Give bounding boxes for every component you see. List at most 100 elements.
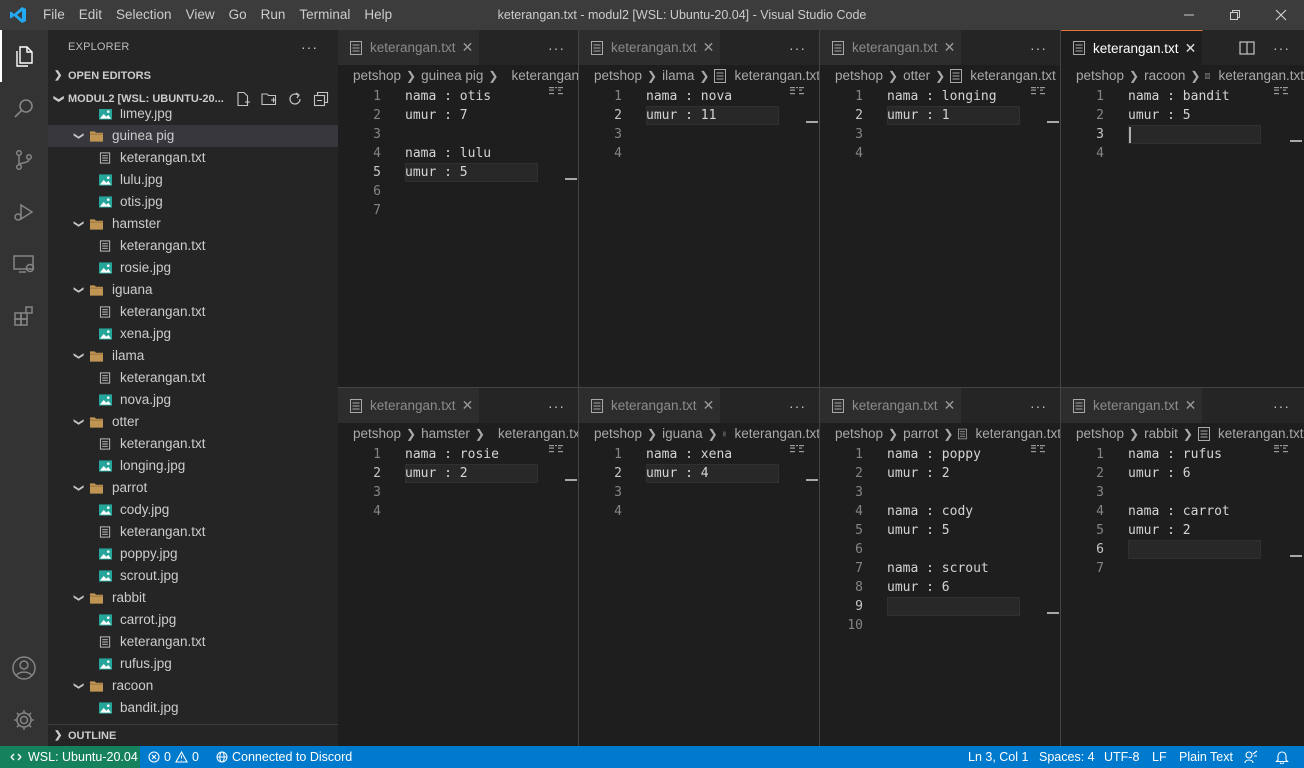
problems-indicator[interactable]: 0 0 — [148, 746, 199, 768]
remote-explorer-icon[interactable] — [0, 238, 48, 290]
source-control-icon[interactable] — [0, 134, 48, 186]
editor-divider[interactable] — [578, 30, 579, 746]
file-row[interactable]: bandit.jpg — [48, 697, 338, 719]
editor-tab[interactable]: keterangan.txt ✕ — [820, 388, 962, 423]
breadcrumb-item[interactable]: petshop — [835, 65, 883, 87]
more-actions-icon[interactable]: ··· — [1030, 398, 1047, 414]
close-icon[interactable]: ✕ — [703, 39, 715, 56]
file-row[interactable]: carrot.jpg — [48, 609, 338, 631]
more-actions-icon[interactable]: ··· — [548, 398, 565, 414]
minimap[interactable] — [1031, 445, 1047, 454]
folder-row[interactable]: ❯ hamster — [48, 213, 338, 235]
file-row[interactable]: cody.jpg — [48, 499, 338, 521]
workspace-header[interactable]: ❯ MODUL2 [WSL: UBUNTU-20... — [48, 88, 338, 110]
folder-row[interactable]: ❯ racoon — [48, 675, 338, 697]
breadcrumb-item[interactable]: petshop — [1076, 65, 1124, 87]
close-icon[interactable]: ✕ — [462, 397, 474, 414]
breadcrumb-item[interactable]: ilama — [662, 65, 694, 87]
menu-selection[interactable]: Selection — [109, 0, 179, 30]
file-row[interactable]: keterangan.txt — [48, 301, 338, 323]
breadcrumb-item[interactable]: petshop — [835, 423, 883, 445]
file-row[interactable]: rosie.jpg — [48, 257, 338, 279]
notifications-bell-icon[interactable] — [1275, 746, 1289, 768]
file-row[interactable]: rufus.jpg — [48, 653, 338, 675]
breadcrumb-item[interactable]: keterangan.txt — [498, 423, 579, 445]
minimap[interactable] — [549, 87, 565, 96]
restore-button[interactable] — [1212, 0, 1258, 30]
code-editor[interactable]: 1 nama : longing 2 umur : 1 3 4 — [820, 87, 1061, 388]
breadcrumb-item[interactable]: keterangan.txt — [1218, 423, 1304, 445]
file-row[interactable]: keterangan.txt — [48, 147, 338, 169]
folder-row[interactable]: ❯ iguana — [48, 279, 338, 301]
minimize-button[interactable] — [1166, 0, 1212, 30]
breadcrumb-item[interactable]: rabbit — [1144, 423, 1178, 445]
breadcrumb-item[interactable]: keterangan.txt — [970, 65, 1056, 87]
cursor-position[interactable]: Ln 3, Col 1 — [968, 746, 1028, 768]
file-row[interactable]: xena.jpg — [48, 323, 338, 345]
minimap[interactable] — [1031, 87, 1047, 96]
editor-divider[interactable] — [819, 30, 820, 746]
more-actions-icon[interactable]: ··· — [301, 30, 318, 65]
close-icon[interactable]: ✕ — [703, 397, 715, 414]
file-row[interactable]: longing.jpg — [48, 455, 338, 477]
code-editor[interactable]: 1 nama : bandit 2 umur : 5 3 4 — [1061, 87, 1304, 388]
manage-gear-icon[interactable] — [0, 694, 48, 746]
menu-go[interactable]: Go — [222, 0, 254, 30]
code-editor[interactable]: 1 nama : poppy 2 umur : 2 3 4 nama : cody 5 umur… — [820, 445, 1061, 746]
breadcrumb-item[interactable]: keterangan.txt — [1218, 65, 1304, 87]
breadcrumb-item[interactable]: keterangan.txt — [975, 423, 1061, 445]
file-row[interactable]: keterangan.txt — [48, 367, 338, 389]
refresh-icon[interactable] — [286, 90, 304, 108]
more-actions-icon[interactable]: ··· — [789, 40, 806, 56]
breadcrumb-item[interactable]: hamster — [421, 423, 470, 445]
menu-edit[interactable]: Edit — [72, 0, 109, 30]
more-actions-icon[interactable]: ··· — [1030, 40, 1047, 56]
encoding[interactable]: UTF-8 — [1104, 746, 1139, 768]
split-editor-icon[interactable] — [1239, 40, 1255, 55]
open-editors-header[interactable]: ❯ OPEN EDITORS — [48, 65, 338, 87]
breadcrumb-item[interactable]: racoon — [1144, 65, 1185, 87]
file-row[interactable]: poppy.jpg — [48, 543, 338, 565]
folder-row[interactable]: ❯ otter — [48, 411, 338, 433]
editor-divider[interactable] — [1060, 30, 1061, 746]
menu-terminal[interactable]: Terminal — [292, 0, 357, 30]
code-editor[interactable]: 1 nama : nova 2 umur : 11 3 4 — [579, 87, 820, 388]
more-actions-icon[interactable]: ··· — [548, 40, 565, 56]
minimap[interactable] — [790, 445, 806, 454]
code-editor[interactable]: 1 nama : otis 2 umur : 7 3 4 nama : lulu 5 umur … — [338, 87, 579, 388]
feedback-icon[interactable] — [1244, 746, 1258, 768]
discord-status[interactable]: Connected to Discord — [216, 746, 352, 768]
file-row[interactable]: keterangan.txt — [48, 433, 338, 455]
close-icon[interactable]: ✕ — [944, 39, 956, 56]
close-icon[interactable]: ✕ — [462, 39, 474, 56]
close-icon[interactable]: ✕ — [1185, 40, 1197, 57]
remote-indicator[interactable]: WSL: Ubuntu-20.04 — [0, 746, 140, 768]
menu-file[interactable]: File — [36, 0, 72, 30]
minimap[interactable] — [790, 87, 806, 96]
search-icon[interactable] — [0, 82, 48, 134]
minimap[interactable] — [1274, 445, 1290, 454]
file-row[interactable]: keterangan.txt — [48, 631, 338, 653]
breadcrumb-item[interactable]: petshop — [594, 423, 642, 445]
menu-view[interactable]: View — [179, 0, 222, 30]
breadcrumb-item[interactable]: keterangan.txt — [734, 65, 820, 87]
menu-help[interactable]: Help — [357, 0, 399, 30]
collapse-all-icon[interactable] — [312, 90, 330, 108]
file-row[interactable]: scrout.jpg — [48, 565, 338, 587]
run-debug-icon[interactable] — [0, 186, 48, 238]
breadcrumb-item[interactable]: guinea pig — [421, 65, 483, 87]
editor-tab[interactable]: keterangan.txt ✕ — [1061, 30, 1203, 65]
language-mode[interactable]: Plain Text — [1179, 746, 1233, 768]
file-row[interactable]: limey.jpg — [48, 109, 338, 125]
file-row[interactable]: keterangan.txt — [48, 521, 338, 543]
code-editor[interactable]: 1 nama : rufus 2 umur : 6 3 4 nama : carrot 5 um… — [1061, 445, 1304, 746]
file-row[interactable]: nova.jpg — [48, 389, 338, 411]
minimap[interactable] — [1274, 87, 1290, 96]
explorer-icon[interactable] — [0, 30, 48, 82]
accounts-icon[interactable] — [0, 642, 48, 694]
file-row[interactable]: otis.jpg — [48, 191, 338, 213]
editor-divider[interactable] — [338, 387, 1304, 388]
more-actions-icon[interactable]: ··· — [1273, 398, 1290, 414]
editor-tab[interactable]: keterangan.txt ✕ — [579, 388, 721, 423]
folder-row[interactable]: ❯ rabbit — [48, 587, 338, 609]
